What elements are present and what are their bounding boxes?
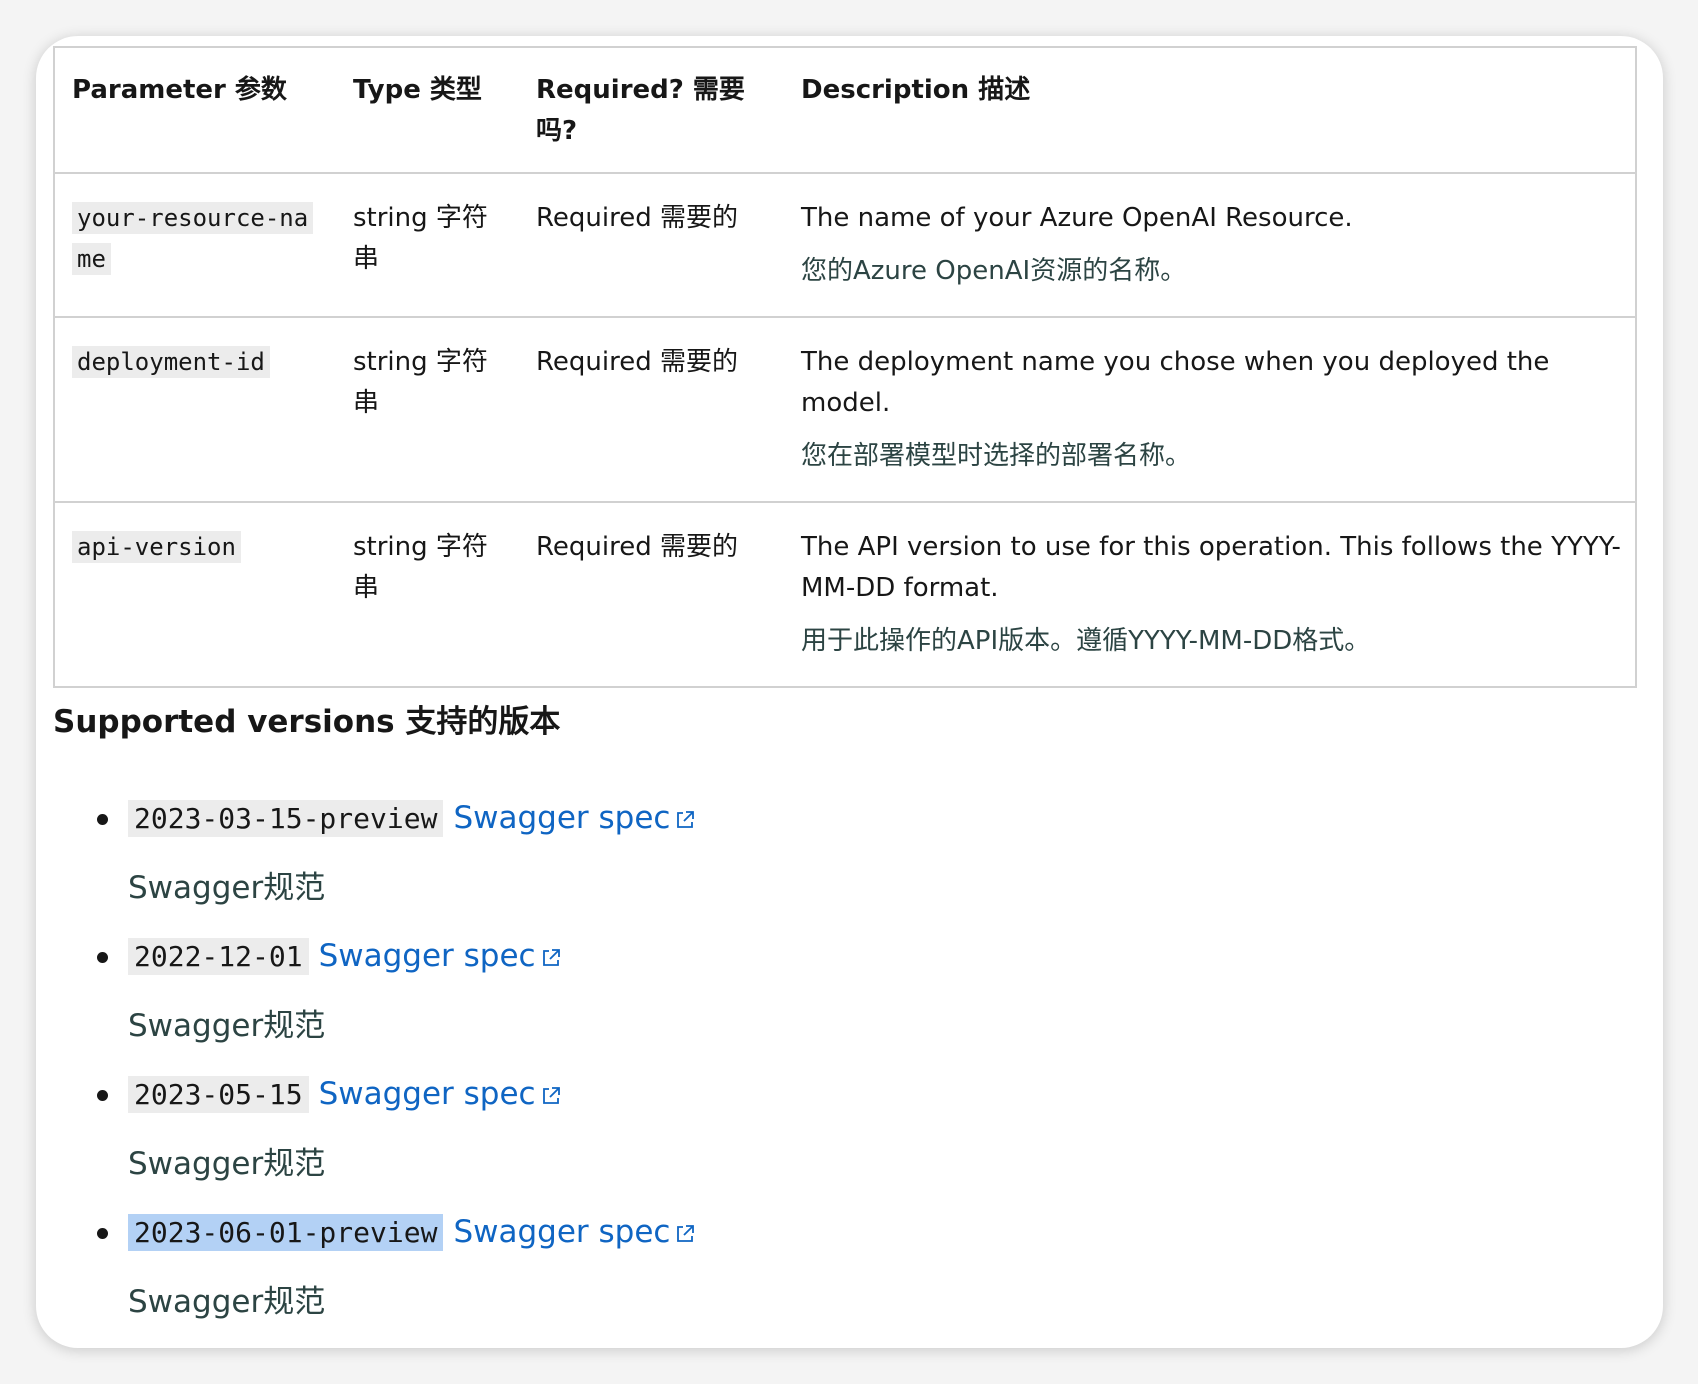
swagger-spec-link-label: Swagger spec [318,1076,536,1112]
type-cell: string 字符串 [336,317,519,503]
required-cell: Required 需要的 [536,532,738,562]
required-cell: Required 需要的 [519,173,784,318]
parameters-table: Parameter 参数 Type 类型 Required? 需要吗? Desc… [53,46,1637,688]
description-cell: The deployment name you chose when you d… [784,317,1636,503]
param-name-code: api-version [72,531,241,563]
param-cell: api-version [54,502,336,687]
type-cell: string 字符串 [336,173,519,318]
swagger-spec-zh: Swagger规范 [128,1146,326,1182]
bullet-icon [97,1228,108,1239]
required-cell: Required 需要的 [519,317,784,503]
table-row: deployment-id string 字符串 Required 需要的 Th… [54,317,1636,503]
type-cell: string 字符串 [353,532,488,603]
swagger-spec-zh: Swagger规范 [128,1008,326,1044]
description-en: The API version to use for this operatio… [801,532,1621,603]
external-link-icon [675,798,695,842]
swagger-spec-link[interactable]: Swagger spec [319,1076,561,1112]
description-cell: The API version to use for this operatio… [784,502,1636,687]
version-code-selected[interactable]: 2023-06-01-preview [128,1214,444,1251]
swagger-spec-link[interactable]: Swagger spec [453,800,695,836]
param-name-code: your-resource-name [72,202,314,275]
description-cell: The name of your Azure OpenAI Resource. … [784,173,1636,318]
bullet-icon [97,952,108,963]
description-zh: 您的Azure OpenAI资源的名称。 [801,256,1187,286]
header-type: Type 类型 [336,47,519,174]
bullet-icon [97,814,108,825]
swagger-spec-link[interactable]: Swagger spec [319,938,561,974]
description-en: The deployment name you chose when you d… [801,347,1550,418]
table-header-row: Parameter 参数 Type 类型 Required? 需要吗? Desc… [54,47,1636,174]
table-row: api-version string 字符串 Required 需要的 The … [54,502,1636,687]
supported-versions-heading: Supported versions 支持的版本 [53,704,561,740]
header-required: Required? 需要吗? [519,47,784,174]
content-card: Parameter 参数 Type 类型 Required? 需要吗? Desc… [36,36,1663,1348]
param-cell: deployment-id [54,317,336,503]
swagger-spec-link-label: Swagger spec [318,938,536,974]
version-code[interactable]: 2023-03-15-preview [128,800,444,837]
param-cell: your-resource-name [54,173,336,318]
external-link-icon [541,1074,561,1118]
swagger-spec-zh: Swagger规范 [128,1284,326,1320]
version-code[interactable]: 2022-12-01 [128,938,309,975]
table-row: your-resource-name string 字符串 Required 需… [54,173,1636,318]
header-description: Description 描述 [784,47,1636,174]
description-en: The name of your Azure OpenAI Resource. [801,203,1353,233]
param-name-code: deployment-id [72,346,270,378]
version-code[interactable]: 2023-05-15 [128,1076,309,1113]
external-link-icon [675,1212,695,1256]
swagger-spec-link-label: Swagger spec [453,800,671,836]
swagger-spec-zh: Swagger规范 [128,870,326,906]
bullet-icon [97,1090,108,1101]
swagger-spec-link[interactable]: Swagger spec [453,1214,695,1250]
external-link-icon [541,936,561,980]
description-zh: 用于此操作的API版本。遵循YYYY-MM-DD格式。 [801,626,1371,656]
description-zh: 您在部署模型时选择的部署名称。 [801,441,1192,471]
swagger-spec-link-label: Swagger spec [453,1214,671,1250]
header-parameter: Parameter 参数 [54,47,336,174]
